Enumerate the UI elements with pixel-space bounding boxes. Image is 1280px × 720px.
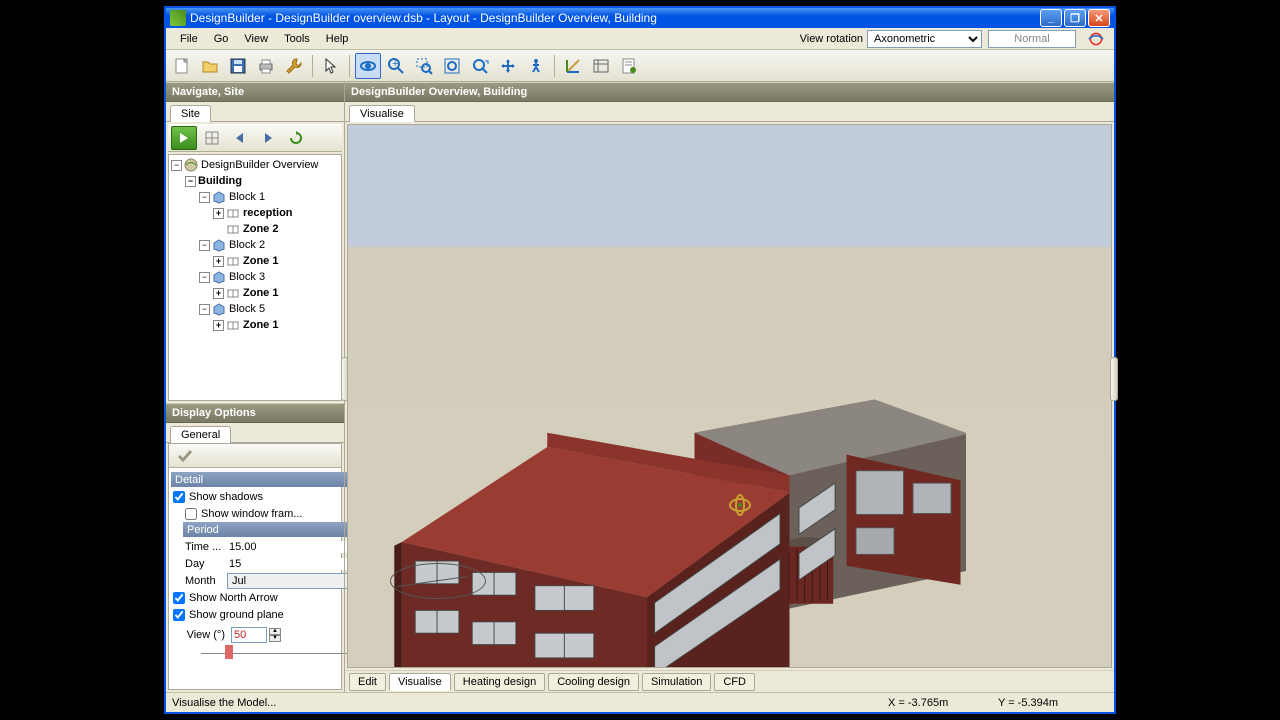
visualise-tab[interactable]: Visualise (349, 105, 415, 122)
view-rotation-select[interactable]: Axonometric (867, 30, 982, 48)
month-label: Month (185, 575, 227, 587)
menu-go[interactable]: Go (206, 31, 237, 47)
show-window-frame-label: Show window fram... (201, 508, 302, 520)
site-icon (184, 158, 198, 172)
tab-cooling[interactable]: Cooling design (548, 673, 639, 691)
render-mode-box[interactable]: Normal (988, 30, 1076, 48)
viewport-container (347, 124, 1112, 668)
show-shadows-row[interactable]: Show shadows (171, 488, 373, 505)
main-panel-header: DesignBuilder Overview, Building (345, 82, 1114, 102)
show-window-frame-row[interactable]: Show window fram... (171, 505, 373, 522)
show-ground-label: Show ground plane (189, 609, 284, 621)
energyplus-icon[interactable] (1084, 30, 1108, 48)
workspace: Navigate, Site Site − DesignBuilder Over… (166, 82, 1114, 692)
reset-view-button[interactable] (467, 53, 493, 79)
minimize-button[interactable]: _ (1040, 9, 1062, 27)
title-bar: DesignBuilder - DesignBuilder overview.d… (166, 6, 1114, 28)
tab-heating[interactable]: Heating design (454, 673, 545, 691)
apply-options-button[interactable] (172, 443, 198, 469)
view-angle-input[interactable] (231, 627, 267, 643)
info-button[interactable] (588, 53, 614, 79)
slider-thumb[interactable] (225, 645, 233, 659)
app-icon (170, 10, 186, 26)
tree-collapse-icon[interactable]: − (171, 160, 182, 171)
view-angle-spinner[interactable]: ▲▼ (269, 628, 281, 642)
left-panel: Navigate, Site Site − DesignBuilder Over… (166, 82, 344, 692)
orbit-cursor-icon (728, 493, 752, 517)
app-window: DesignBuilder - DesignBuilder overview.d… (164, 6, 1116, 714)
select-tool-button[interactable] (318, 53, 344, 79)
bottom-tab-bar: Edit Visualise Heating design Cooling de… (345, 670, 1114, 692)
tab-visualise[interactable]: Visualise (389, 673, 451, 691)
tree-site-node[interactable]: − DesignBuilder Overview (171, 157, 339, 173)
building-model (366, 295, 966, 667)
nav-refresh-button[interactable] (283, 126, 309, 150)
tree-label: DesignBuilder Overview (201, 159, 318, 171)
display-options-body: Detail ▾ Show shadows Show window fram..… (168, 443, 342, 690)
navigate-panel-header: Navigate, Site (166, 82, 344, 102)
tab-simulation[interactable]: Simulation (642, 673, 711, 691)
menu-view[interactable]: View (236, 31, 276, 47)
general-tab[interactable]: General (170, 426, 231, 443)
svg-text:+: + (392, 58, 398, 70)
window-title: DesignBuilder - DesignBuilder overview.d… (190, 11, 1040, 25)
nav-grid-button[interactable] (199, 126, 225, 150)
close-button[interactable]: ✕ (1088, 9, 1110, 27)
print-button[interactable] (253, 53, 279, 79)
right-splitter[interactable] (1110, 357, 1118, 401)
new-file-button[interactable] (169, 53, 195, 79)
notes-button[interactable] (616, 53, 642, 79)
show-ground-checkbox[interactable] (173, 609, 185, 621)
zoom-dynamic-button[interactable]: + (383, 53, 409, 79)
walk-button[interactable] (523, 53, 549, 79)
tab-edit[interactable]: Edit (349, 673, 386, 691)
show-north-checkbox[interactable] (173, 592, 185, 604)
wrench-button[interactable] (281, 53, 307, 79)
show-axes-button[interactable] (560, 53, 586, 79)
main-panel: DesignBuilder Overview, Building Visuali… (344, 82, 1114, 692)
show-ground-row[interactable]: Show ground plane (171, 606, 373, 623)
time-label: Time ... (185, 541, 227, 553)
zoom-window-button[interactable] (411, 53, 437, 79)
status-message: Visualise the Model... (172, 697, 888, 709)
menu-bar: File Go View Tools Help View rotation Ax… (166, 28, 1114, 50)
status-coord-y: Y = -5.394m (998, 697, 1108, 709)
view-angle-label: View (°) (171, 629, 231, 641)
3d-viewport[interactable] (348, 125, 1111, 667)
show-shadows-label: Show shadows (189, 491, 263, 503)
navigation-tree[interactable]: − DesignBuilder Overview − Building − Bl… (168, 154, 342, 401)
show-window-frame-checkbox[interactable] (185, 508, 197, 520)
show-north-row[interactable]: Show North Arrow (171, 589, 373, 606)
menu-help[interactable]: Help (318, 31, 357, 47)
tab-cfd[interactable]: CFD (714, 673, 755, 691)
menu-tools[interactable]: Tools (276, 31, 318, 47)
north-arrow (390, 563, 486, 599)
view-angle-row[interactable]: View (°) ▲▼ (171, 627, 373, 643)
show-north-label: Show North Arrow (189, 592, 278, 604)
status-bar: Visualise the Model... X = -3.765m Y = -… (166, 692, 1114, 712)
maximize-button[interactable]: ❐ (1064, 9, 1086, 27)
day-label: Day (185, 558, 227, 570)
nav-back-button[interactable] (227, 126, 253, 150)
view-angle-slider[interactable] (201, 645, 363, 659)
save-button[interactable] (225, 53, 251, 79)
menu-file[interactable]: File (172, 31, 206, 47)
open-file-button[interactable] (197, 53, 223, 79)
main-toolbar: + (166, 50, 1114, 82)
building-icon (184, 176, 342, 401)
detail-label: Detail (175, 474, 203, 486)
pan-button[interactable] (495, 53, 521, 79)
detail-group-header[interactable]: Detail ▾ (171, 472, 373, 487)
fit-view-button[interactable] (439, 53, 465, 79)
view-rotation-label: View rotation (796, 33, 867, 45)
site-tab[interactable]: Site (170, 105, 211, 122)
nav-go-button[interactable] (171, 126, 197, 150)
nav-toolbar (168, 124, 342, 152)
status-coord-x: X = -3.765m (888, 697, 998, 709)
show-shadows-checkbox[interactable] (173, 491, 185, 503)
orbit-button[interactable] (355, 53, 381, 79)
period-label: Period (187, 524, 219, 536)
nav-forward-button[interactable] (255, 126, 281, 150)
tree-building-node[interactable]: − Building (171, 173, 339, 189)
